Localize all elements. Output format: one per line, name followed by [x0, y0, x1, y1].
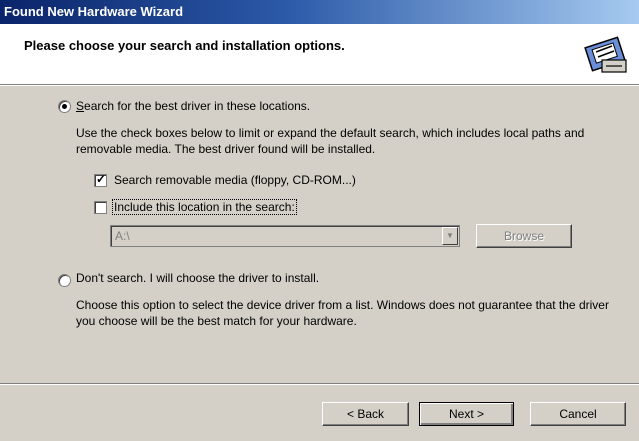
search-radio-label[interactable]: Search for the best driver in these loca… [76, 99, 310, 113]
dont-search-radio-label[interactable]: Don't search. I will choose the driver t… [76, 271, 319, 285]
browse-button[interactable]: Browse [476, 224, 572, 248]
location-value: A:\ [115, 229, 130, 243]
include-location-label[interactable]: Include this location in the search: [112, 199, 297, 215]
footer-divider [0, 383, 639, 385]
search-description: Use the check boxes below to limit or ex… [76, 126, 585, 156]
removable-media-checkbox[interactable] [94, 172, 107, 187]
cancel-button[interactable]: Cancel [530, 402, 626, 426]
dont-search-description: Choose this option to select the device … [76, 298, 609, 328]
location-combobox[interactable]: A:\ ▼ [110, 225, 460, 247]
wizard-header: Please choose your search and installati… [0, 24, 639, 85]
hardware-install-icon [582, 32, 632, 76]
back-button[interactable]: < Back [322, 402, 409, 426]
window-title: Found New Hardware Wizard [4, 4, 184, 19]
search-radio[interactable] [58, 100, 71, 113]
page-title: Please choose your search and installati… [24, 38, 345, 53]
dont-search-radio[interactable] [58, 274, 71, 287]
include-location-checkbox[interactable] [94, 201, 107, 214]
title-bar[interactable]: Found New Hardware Wizard [0, 0, 639, 24]
removable-media-label[interactable]: Search removable media (floppy, CD-ROM..… [114, 173, 356, 187]
next-button[interactable]: Next > [419, 402, 514, 426]
chevron-down-icon[interactable]: ▼ [442, 227, 458, 245]
